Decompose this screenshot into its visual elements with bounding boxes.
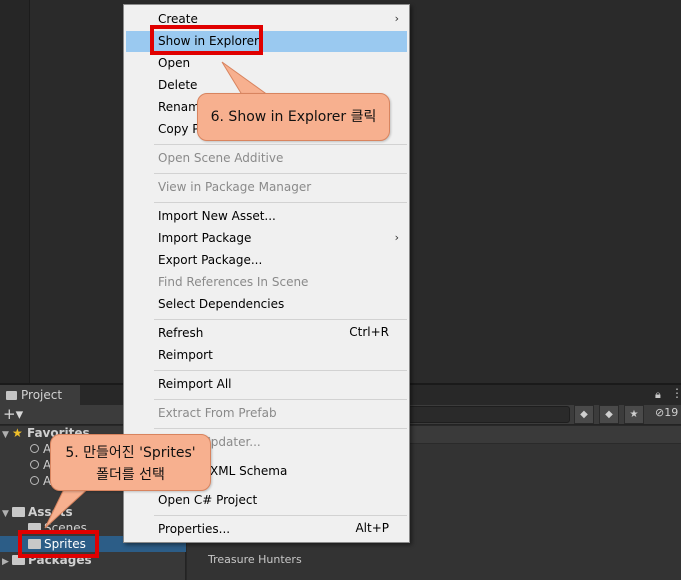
callout-step-5-line2: 폴더를 선택 (96, 467, 165, 483)
callout-step-5: 5. 만들어진 'Sprites' 폴더를 선택 (50, 434, 211, 491)
callout-5-tail (44, 484, 94, 529)
callout-step-5-line1: 5. 만들어진 'Sprites' (65, 445, 196, 461)
screen: Project 🔒︎ ⋮ +▾ ◆ ◆ ★ ⊘19 ▼ ★ Favorites A… (0, 0, 681, 580)
